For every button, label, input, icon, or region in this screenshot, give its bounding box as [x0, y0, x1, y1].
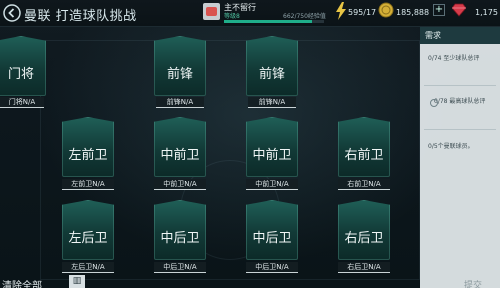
- slot-center-midfielder-2[interactable]: 中前卫: [246, 117, 298, 177]
- xp-bar: [224, 20, 324, 23]
- slot-label: 左前卫: [68, 148, 108, 163]
- slot-name-center-back-2: 中后卫N/A: [246, 262, 298, 273]
- slot-forward-2[interactable]: 前锋: [246, 36, 298, 96]
- slot-label: 中后卫: [252, 231, 292, 246]
- page-title: 曼联 打造球队挑战: [24, 9, 137, 24]
- requirements-panel: 需求 0/74 至少球队总评 0/78 最高球队总评 0/5个曼联球员。: [420, 27, 500, 288]
- slot-left-back[interactable]: 左后卫: [62, 200, 114, 260]
- submit-button[interactable]: 提交: [464, 278, 482, 288]
- check-circle-icon: [430, 99, 438, 107]
- slot-name-center-midfielder-1: 中前卫N/A: [154, 179, 206, 190]
- slot-name-center-back-1: 中后卫N/A: [154, 262, 206, 273]
- slot-label: 中后卫: [160, 231, 200, 246]
- xp-text: 662/750经验值: [283, 13, 326, 20]
- divider: [424, 129, 496, 130]
- requirements-title: 需求: [420, 27, 500, 44]
- slot-label: 左后卫: [68, 231, 108, 246]
- requirement-item: 0/78 最高球队总评: [430, 97, 498, 107]
- xp-bar-fill: [224, 20, 313, 23]
- user-level: 等级8: [224, 13, 240, 20]
- slot-forward-1[interactable]: 前锋: [154, 36, 206, 96]
- coins-value: 185,888: [396, 8, 430, 17]
- requirement-item: 0/5个曼联球员。: [428, 142, 498, 151]
- slot-right-midfielder[interactable]: 右前卫: [338, 117, 390, 177]
- slot-label: 右前卫: [344, 148, 384, 163]
- slot-name-goalkeeper: 门将N/A: [0, 97, 44, 108]
- slot-left-midfielder[interactable]: 左前卫: [62, 117, 114, 177]
- slot-name-left-back: 左后卫N/A: [62, 262, 114, 273]
- requirement-text: 0/78 最高球队总评: [434, 98, 486, 105]
- bench-icon[interactable]: ▥: [69, 275, 85, 288]
- energy-icon: [336, 2, 346, 20]
- slot-label: 中前卫: [252, 148, 292, 163]
- slot-label: 前锋: [166, 67, 193, 82]
- slot-name-right-back: 右后卫N/A: [338, 262, 390, 273]
- gem-icon: [452, 3, 466, 17]
- requirement-text: 0/74 至少球队总评: [428, 55, 480, 62]
- slot-name-forward-1: 前锋N/A: [156, 97, 204, 108]
- slot-name-center-midfielder-2: 中前卫N/A: [246, 179, 298, 190]
- slot-name-left-midfielder: 左前卫N/A: [62, 179, 114, 190]
- divider: [424, 85, 496, 86]
- gems-value: 1,175: [475, 8, 498, 17]
- avatar[interactable]: [203, 3, 220, 20]
- requirement-text: 0/5个曼联球员。: [428, 143, 474, 150]
- add-coins-button[interactable]: +: [433, 4, 445, 16]
- slot-name-forward-2: 前锋N/A: [248, 97, 296, 108]
- back-icon[interactable]: [2, 3, 22, 23]
- slot-label: 前锋: [258, 67, 285, 82]
- slot-center-midfielder-1[interactable]: 中前卫: [154, 117, 206, 177]
- slot-goalkeeper[interactable]: 门将: [0, 36, 46, 96]
- slot-center-back-2[interactable]: 中后卫: [246, 200, 298, 260]
- slot-label: 门将: [7, 67, 34, 82]
- slot-label: 中前卫: [160, 148, 200, 163]
- slot-label: 右后卫: [344, 231, 384, 246]
- coin-icon: [378, 2, 394, 18]
- energy-value: 595/17: [348, 8, 377, 17]
- clear-all-button[interactable]: 清除全部: [2, 277, 42, 288]
- slot-right-back[interactable]: 右后卫: [338, 200, 390, 260]
- slot-name-right-midfielder: 右前卫N/A: [338, 179, 390, 190]
- slot-center-back-1[interactable]: 中后卫: [154, 200, 206, 260]
- top-bar: 曼联 打造球队挑战 主不留行 等级8 662/750经验值 595/17 185…: [0, 0, 500, 27]
- requirement-item: 0/74 至少球队总评: [428, 54, 498, 63]
